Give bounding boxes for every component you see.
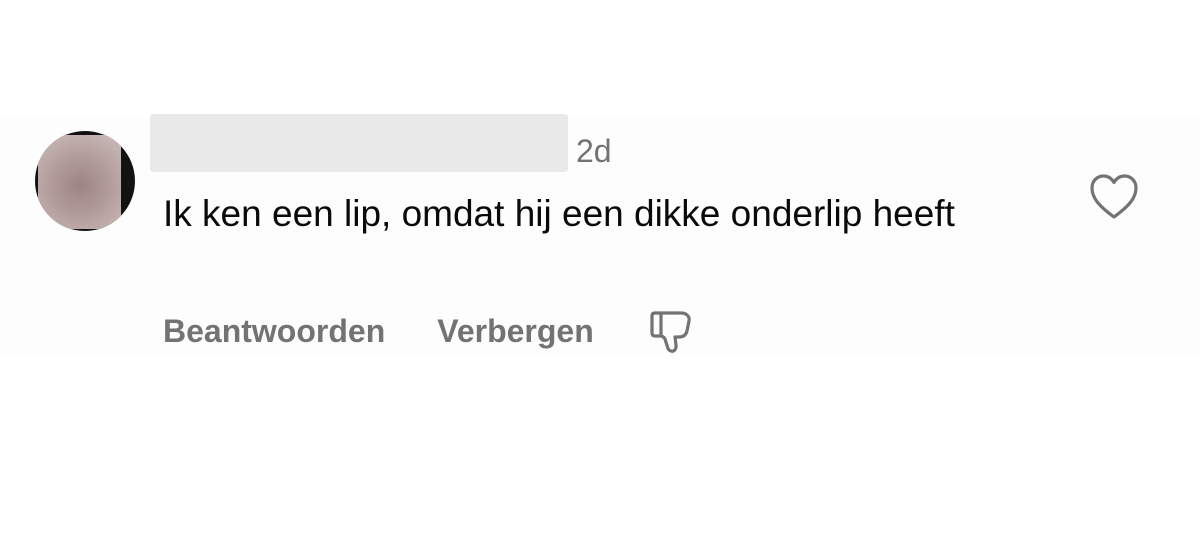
avatar[interactable] — [35, 131, 135, 231]
reply-button[interactable]: Beantwoorden — [163, 309, 385, 353]
dislike-button[interactable] — [648, 307, 694, 355]
username-redacted — [150, 114, 568, 172]
like-button[interactable] — [1088, 173, 1140, 221]
comment-timestamp: 2d — [576, 133, 612, 169]
thumbs-down-icon — [650, 311, 691, 353]
hide-button[interactable]: Verbergen — [437, 309, 594, 353]
comment-actions: Beantwoorden Verbergen — [163, 309, 694, 353]
comment-text: Ik ken een lip, omdat hij een dikke onde… — [163, 193, 955, 234]
heart-icon — [1090, 174, 1138, 219]
avatar-blurred-image — [38, 135, 121, 229]
